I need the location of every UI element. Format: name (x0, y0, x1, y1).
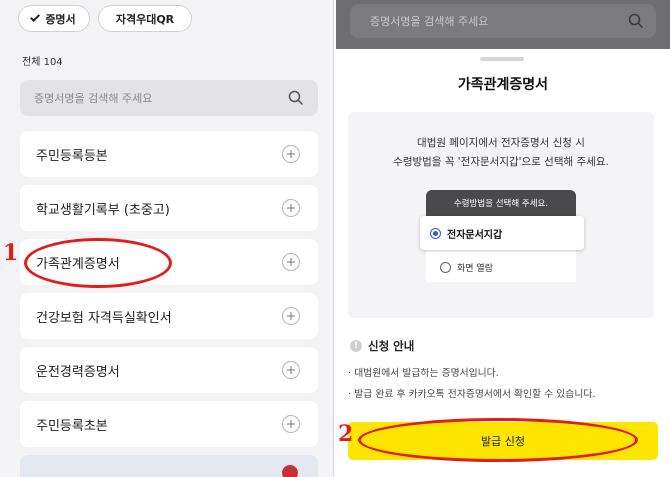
list-item-label: 운전경력증명서 (36, 364, 120, 380)
notice-item: · 발급 완료 후 카카오톡 전자증명서에서 확인할 수 있습니다. (348, 389, 596, 400)
list-item[interactable]: 주민등록초본 (20, 401, 318, 447)
option-label: 화면 열람 (457, 263, 493, 274)
option-e-wallet: 전자문서지갑 (420, 216, 584, 250)
list-item-label: 학교생활기록부 (초중고) (36, 202, 170, 218)
drag-handle[interactable] (480, 57, 524, 61)
search-input[interactable]: 증명서명을 검색해 주세요 (20, 80, 318, 116)
list-item-partial[interactable] (20, 455, 318, 477)
badge-icon (282, 465, 298, 477)
list-item-label: 주민등록등본 (36, 148, 108, 164)
guide-text: 대법원 페이지에서 전자증명서 신청 시 (417, 137, 585, 149)
check-icon (30, 12, 41, 23)
option-screen-view: 화면 열람 (426, 252, 576, 282)
list-item-label: 건강보험 자격득실확인서 (36, 310, 172, 326)
notice-item: · 대법원에서 발급하는 증명서입니다. (348, 368, 499, 379)
search-icon (628, 13, 644, 29)
popup-title: 수령방법을 선택해 주세요. (426, 190, 576, 216)
annotation-ellipse (358, 418, 638, 462)
search-placeholder: 증명서명을 검색해 주세요 (370, 15, 489, 28)
list-item[interactable]: 건강보험 자격득실확인서 (20, 293, 318, 339)
certificate-list-screen: 증명서 자격우대QR 전체 104 증명서명을 검색해 주세요 주민등록등본 학… (0, 0, 334, 477)
plus-icon[interactable] (282, 253, 300, 271)
total-count: 전체 104 (22, 57, 63, 68)
sheet-title: 가족관계증명서 (457, 77, 549, 93)
radio-icon (440, 261, 451, 273)
guide-box: 대법원 페이지에서 전자증명서 신청 시 수령방법을 꼭 '전자문서지갑'으로 … (348, 112, 654, 318)
list-item[interactable]: 운전경력증명서 (20, 347, 318, 393)
option-label: 전자문서지갑 (447, 229, 503, 241)
notice-title: ! 신청 안내 (350, 338, 414, 354)
notice-title-text: 신청 안내 (368, 339, 415, 353)
guide-text: 수령방법을 꼭 '전자문서지갑'으로 선택해 주세요. (393, 156, 609, 168)
chip-label: 증명서 (45, 12, 76, 26)
plus-icon[interactable] (282, 415, 300, 433)
search-icon[interactable] (288, 90, 304, 106)
dimmed-background[interactable]: 증명서명을 검색해 주세요 (336, 0, 670, 49)
annotation-number: 2 (338, 421, 354, 447)
search-input-dimmed: 증명서명을 검색해 주세요 (350, 4, 656, 38)
bottom-sheet: 가족관계증명서 대법원 페이지에서 전자증명서 신청 시 수령방법을 꼭 '전자… (336, 49, 670, 477)
plus-icon[interactable] (282, 199, 300, 217)
radio-selected-icon (430, 227, 441, 239)
list-item[interactable]: 학교생활기록부 (초중고) (20, 185, 318, 231)
search-placeholder: 증명서명을 검색해 주세요 (34, 92, 153, 105)
plus-icon[interactable] (282, 145, 300, 163)
plus-icon[interactable] (282, 307, 300, 325)
filter-chip-qr[interactable]: 자격우대QR (98, 5, 192, 32)
issue-sheet-screen: 증명서명을 검색해 주세요 가족관계증명서 대법원 페이지에서 전자증명서 신청… (336, 0, 670, 477)
filter-chip-certificate[interactable]: 증명서 (18, 5, 90, 32)
chip-label: 자격우대QR (115, 12, 175, 26)
list-item[interactable]: 주민등록등본 (20, 131, 318, 177)
plus-icon[interactable] (282, 361, 300, 379)
info-icon: ! (350, 340, 362, 352)
annotation-number: 1 (3, 240, 19, 266)
annotation-ellipse (24, 238, 172, 288)
list-item-label: 주민등록초본 (36, 418, 108, 434)
